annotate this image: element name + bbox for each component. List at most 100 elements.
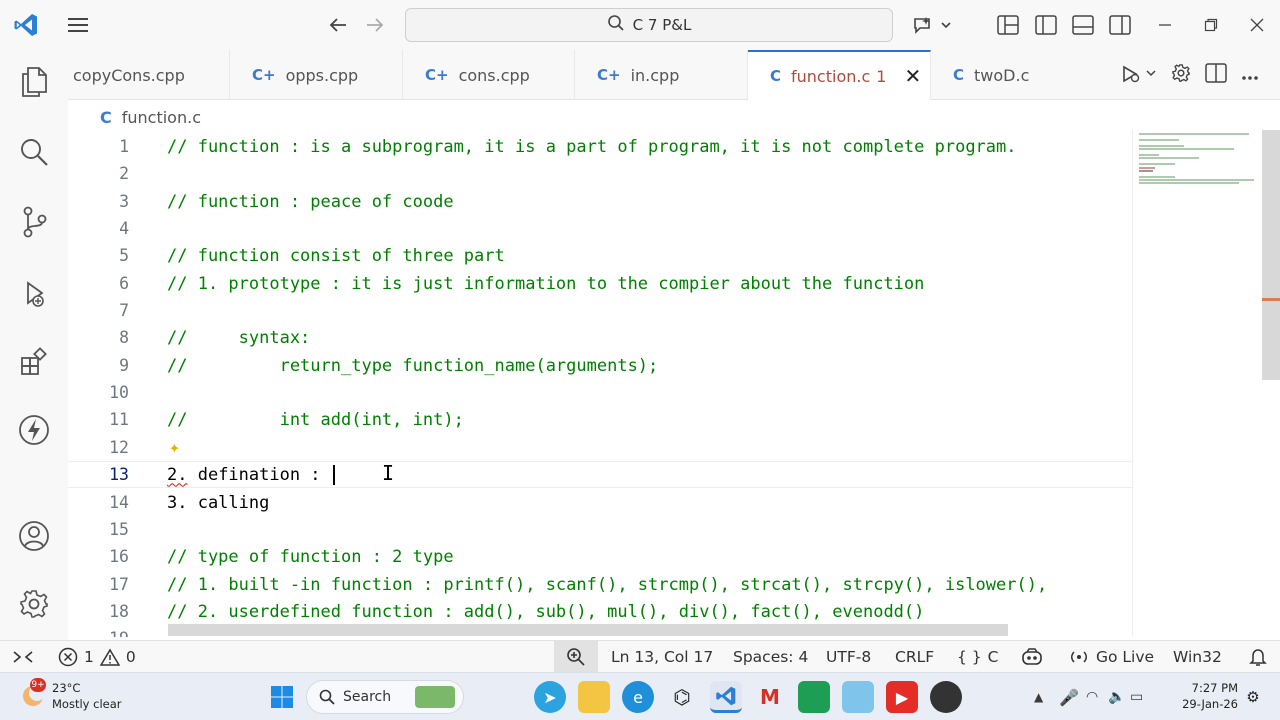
- tab-in-cpp[interactable]: C+ in.cpp: [575, 50, 748, 100]
- close-tab-icon[interactable]: ✕: [904, 64, 921, 88]
- settings-gear-icon[interactable]: [14, 584, 54, 624]
- platform-indicator[interactable]: Win32: [1173, 641, 1222, 673]
- copilot-status[interactable]: [1020, 641, 1044, 673]
- line-number: 1: [119, 137, 129, 156]
- code-line: 15: [68, 516, 1132, 543]
- windows-start-icon[interactable]: [266, 681, 298, 713]
- tab-label: opps.cpp: [285, 65, 359, 85]
- file-explorer-icon[interactable]: [578, 681, 610, 713]
- minimap-line: [1139, 157, 1199, 159]
- gmail-icon[interactable]: M: [754, 681, 786, 713]
- google-sheets-icon[interactable]: [798, 681, 830, 713]
- taskbar-clock[interactable]: 7:27 PM 29-Jan-26: [1180, 680, 1238, 712]
- chatgpt-icon[interactable]: ⌬: [666, 681, 698, 713]
- problems-indicator[interactable]: 1 0: [58, 641, 136, 673]
- clock-time: 7:27 PM: [1191, 681, 1238, 695]
- split-editor-icon[interactable]: [1205, 63, 1227, 87]
- copilot-status-icon: [1022, 648, 1042, 665]
- youtube-icon[interactable]: ▶: [886, 681, 918, 713]
- edge-browser-icon[interactable]: e: [622, 681, 654, 713]
- telegram-icon[interactable]: ➤: [534, 681, 566, 713]
- language-mode[interactable]: { } C: [957, 641, 998, 673]
- minimap-line: [1139, 170, 1153, 172]
- search-view-icon[interactable]: [14, 132, 54, 172]
- more-actions-icon[interactable]: [1241, 66, 1259, 85]
- cursor-position[interactable]: Ln 13, Col 17: [611, 641, 713, 673]
- extensions-icon[interactable]: [14, 342, 54, 382]
- breadcrumb[interactable]: C function.c: [100, 106, 201, 128]
- toggle-panel-icon[interactable]: [1071, 10, 1095, 40]
- app-icon[interactable]: [842, 681, 874, 713]
- notifications-bell-icon[interactable]: [1248, 641, 1268, 673]
- problem-count-badge: 1: [876, 66, 887, 86]
- thunder-client-icon[interactable]: [14, 410, 54, 450]
- minimap-line: [1139, 133, 1249, 135]
- taskbar-search[interactable]: Search: [306, 680, 464, 714]
- run-code-icon[interactable]: [1121, 63, 1157, 87]
- explorer-icon[interactable]: [14, 62, 54, 102]
- tab-function-c[interactable]: C function.c 1 ✕: [748, 50, 931, 100]
- activity-bar: [0, 50, 68, 640]
- layout-customize-icon[interactable]: [996, 10, 1020, 40]
- close-window-icon[interactable]: [1246, 10, 1268, 40]
- volume-icon[interactable]: 🔈: [1108, 689, 1130, 705]
- line-number: 12: [109, 438, 129, 457]
- tab-label: twoD.c: [974, 65, 1030, 85]
- minimap[interactable]: [1132, 130, 1262, 636]
- tab-twod-c[interactable]: C twoD.c: [931, 50, 1101, 100]
- restore-icon[interactable]: [1200, 10, 1222, 40]
- zoom-indicator[interactable]: [554, 641, 598, 673]
- warning-icon: [99, 648, 120, 666]
- vscode-taskbar-icon[interactable]: [710, 681, 742, 713]
- weather-widget[interactable]: 23°C Mostly clear 9+: [20, 678, 121, 712]
- go-live-label: Go Live: [1096, 648, 1155, 666]
- weather-badge: 9+: [30, 678, 46, 692]
- run-debug-icon[interactable]: [14, 274, 54, 314]
- source-control-icon[interactable]: [14, 202, 54, 242]
- go-live-button[interactable]: Go Live: [1068, 641, 1154, 673]
- chrome-icon[interactable]: [930, 681, 962, 713]
- line-ending[interactable]: CRLF: [895, 641, 934, 673]
- search-text: C 7 P&L: [632, 16, 692, 34]
- line-number: 4: [119, 219, 129, 238]
- tab-opps-cpp[interactable]: C+ opps.cpp: [230, 50, 403, 100]
- wifi-icon[interactable]: ◠: [1086, 689, 1108, 705]
- c-file-icon: C: [770, 67, 782, 85]
- sparkle-icon[interactable]: ✦: [169, 437, 180, 458]
- minimap-line: [1139, 176, 1175, 178]
- notification-center-icon[interactable]: ⚙: [1242, 681, 1264, 713]
- toggle-secondary-sidebar-icon[interactable]: [1108, 10, 1132, 40]
- horizontal-scrollbar[interactable]: [168, 624, 1008, 636]
- indentation[interactable]: Spaces: 4: [733, 641, 808, 673]
- c-file-icon: C: [100, 107, 112, 127]
- settings-icon[interactable]: [1171, 63, 1191, 87]
- code-text: 2. defination :: [167, 464, 335, 485]
- breadcrumb-file[interactable]: function.c: [122, 108, 201, 127]
- encoding[interactable]: UTF-8: [826, 641, 871, 673]
- battery-icon[interactable]: ▭: [1130, 689, 1154, 705]
- remote-indicator[interactable]: [12, 641, 34, 673]
- forward-arrow-icon[interactable]: [362, 10, 388, 40]
- tab-copycons-cpp[interactable]: copyCons.cpp: [68, 50, 230, 100]
- copilot-icon[interactable]: [910, 10, 956, 40]
- vertical-scrollbar[interactable]: [1262, 130, 1280, 380]
- toggle-primary-sidebar-icon[interactable]: [1034, 10, 1058, 40]
- account-icon[interactable]: [14, 516, 54, 556]
- microphone-icon[interactable]: 🎤: [1052, 688, 1086, 707]
- tab-cons-cpp[interactable]: C+ cons.cpp: [403, 50, 575, 100]
- minimap-line: [1139, 139, 1179, 141]
- menu-icon[interactable]: [64, 10, 92, 40]
- line-number: 8: [119, 328, 129, 347]
- command-center-search[interactable]: C 7 P&L: [405, 8, 893, 42]
- editor-actions: [1100, 50, 1280, 100]
- show-hidden-icons-icon[interactable]: ▲: [1034, 690, 1052, 704]
- taskbar-search-label: Search: [343, 689, 392, 705]
- minimap-line: [1139, 167, 1155, 169]
- error-squiggle[interactable]: 2.: [167, 465, 187, 485]
- minimize-icon[interactable]: [1154, 10, 1176, 40]
- tab-label: in.cpp: [630, 65, 680, 85]
- back-arrow-icon[interactable]: [325, 10, 351, 40]
- code-editor[interactable]: 1 // function : is a subprogram, it is a …: [68, 132, 1132, 637]
- search-icon: [607, 14, 625, 36]
- code-line: 9 // return_type function_name(arguments)…: [68, 352, 1132, 379]
